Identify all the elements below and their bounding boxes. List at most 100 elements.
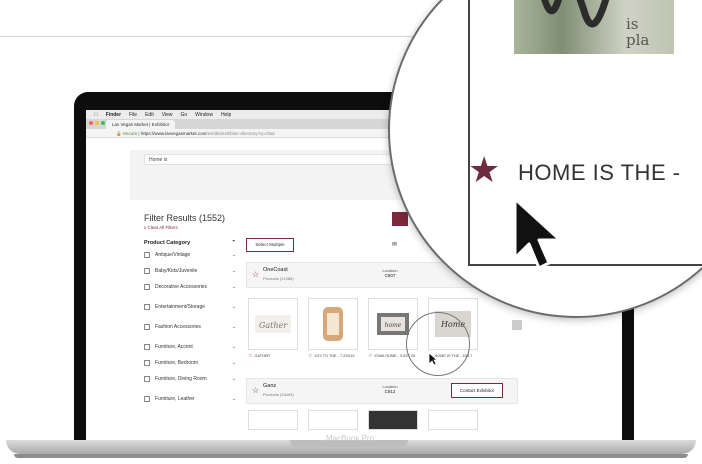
category-label: Furniture, Leather xyxy=(155,396,195,402)
minimize-window-icon[interactable] xyxy=(95,121,99,125)
star-icon[interactable]: ☆ xyxy=(308,353,312,359)
window-controls xyxy=(89,121,105,125)
menu-file[interactable]: File xyxy=(129,112,137,118)
filter-results-title: Filter Results (1552) xyxy=(144,213,226,223)
secure-label: Secure xyxy=(122,131,138,136)
chevron-down-icon[interactable]: ⌄ xyxy=(232,304,236,310)
product-card[interactable] xyxy=(428,410,478,430)
exhibitor-row[interactable]: ☆ Ganz Products (33493) Location C912 Con… xyxy=(246,378,518,404)
filter-sidebar: Product Category ⌃ Antique/Vintage ⌄ Baby/… xyxy=(144,240,236,412)
chevron-down-icon[interactable]: ⌄ xyxy=(232,284,236,290)
category-heading-label: Product Category xyxy=(144,240,191,246)
category-label: Baby/Kids/Juvenile xyxy=(155,268,198,274)
checkbox[interactable] xyxy=(144,252,150,258)
category-filter-item[interactable]: Furniture, Leather ⌄ xyxy=(144,396,236,412)
checkbox[interactable] xyxy=(144,376,150,382)
joy-sign-image xyxy=(323,307,343,341)
gather-sign-image: Gather xyxy=(255,315,291,333)
category-label: Furniture, Accent xyxy=(155,344,193,350)
exhibitor-products[interactable]: Products (33493) xyxy=(263,392,294,397)
menu-go[interactable]: Go xyxy=(180,112,187,118)
address-path: /exhibit/exhibitor-directory?q=chair xyxy=(206,131,276,136)
category-label: Furniture, Dining Room xyxy=(155,376,207,382)
chevron-down-icon[interactable]: ⌄ xyxy=(232,376,236,382)
mouse-cursor-icon xyxy=(513,197,562,270)
contact-exhibitor-button[interactable]: Contact Exhibitor xyxy=(451,383,503,398)
category-filter-item[interactable]: Fashion Accessories ⌄ xyxy=(144,324,236,344)
category-label: Entertainment/Storage xyxy=(155,304,206,310)
close-window-icon[interactable] xyxy=(89,121,93,125)
product-card[interactable] xyxy=(308,410,358,430)
chevron-down-icon[interactable]: ⌄ xyxy=(232,344,236,350)
checkbox[interactable] xyxy=(144,284,150,290)
select-multiple-button[interactable]: Select Multiple xyxy=(246,238,294,252)
checkbox[interactable] xyxy=(144,268,150,274)
category-label: Furniture, Bedroom xyxy=(155,360,199,366)
checkbox[interactable] xyxy=(144,396,150,402)
product-card[interactable] xyxy=(248,410,298,430)
exhibitor-products[interactable]: Products (21986) xyxy=(263,276,294,281)
category-filter-item[interactable]: Antique/Vintage ⌄ xyxy=(144,252,236,268)
clear-all-filters-link[interactable]: x Clear All Filters xyxy=(144,225,178,230)
next-arrow-button[interactable] xyxy=(512,320,522,330)
zoomed-product-title[interactable]: HOME IS THE - xyxy=(518,160,681,186)
category-label: Fashion Accessories xyxy=(155,324,201,330)
lock-icon: 🔒 xyxy=(116,131,122,136)
checkbox[interactable] xyxy=(144,324,150,330)
exhibitor-name[interactable]: Ganz xyxy=(263,383,276,389)
star-icon[interactable]: ☆ xyxy=(252,270,259,279)
product-title: GATHER xyxy=(254,354,271,358)
chevron-down-icon[interactable]: ⌄ xyxy=(232,360,236,366)
laptop-model-label: MacBook Pro xyxy=(325,434,375,443)
product-card[interactable] xyxy=(308,298,358,350)
svg-text:home: home xyxy=(385,322,402,329)
product-card[interactable]: Gather xyxy=(248,298,298,350)
chevron-down-icon[interactable]: ⌄ xyxy=(232,324,236,330)
marketing-screenshot:  Finder File Edit View Go Window Help L… xyxy=(0,0,702,464)
card-border xyxy=(468,0,470,266)
menu-view[interactable]: View xyxy=(162,112,173,118)
product-title: JOY TO THE - 7.2SX19 xyxy=(314,354,355,358)
category-filter-item[interactable]: Baby/Kids/Juvenile ⌄ xyxy=(144,268,236,284)
script-logo-image xyxy=(541,0,610,28)
category-label: Decorative Accessories xyxy=(155,284,207,290)
zoom-window-icon[interactable] xyxy=(101,121,105,125)
product-card[interactable] xyxy=(368,410,418,430)
category-filter-item[interactable]: Furniture, Accent ⌄ xyxy=(144,344,236,360)
category-heading[interactable]: Product Category ⌃ xyxy=(144,240,236,246)
product-label[interactable]: ☆ GATHER xyxy=(248,353,270,359)
category-filter-item[interactable]: Furniture, Bedroom ⌄ xyxy=(144,360,236,376)
checkbox[interactable] xyxy=(144,304,150,310)
svg-text:Gather: Gather xyxy=(259,321,288,330)
zoom-text-2: pla xyxy=(626,31,650,49)
menu-help[interactable]: Help xyxy=(221,112,231,118)
location-value: C912 xyxy=(384,389,396,394)
address-url: https://www.lasvegasmarket.com xyxy=(140,131,207,136)
mouse-cursor-icon xyxy=(428,352,438,366)
category-filter-item[interactable]: Decorative Accessories ⌄ xyxy=(144,284,236,304)
menu-finder[interactable]: Finder xyxy=(106,112,121,118)
star-icon[interactable]: ☆ xyxy=(368,353,372,359)
card-border xyxy=(468,264,702,266)
chevron-up-icon: ⌃ xyxy=(231,240,236,246)
star-icon[interactable]: ☆ xyxy=(252,386,259,395)
product-label[interactable]: ☆ JOY TO THE - 7.2SX19 xyxy=(308,353,355,359)
exhibitor-name[interactable]: OneCoast xyxy=(263,267,288,273)
browser-tab[interactable]: Las Vegas Market | Exhibitor xyxy=(106,120,176,129)
star-icon[interactable]: ☆ xyxy=(248,353,252,359)
exhibitor-location: Location C912 xyxy=(375,384,405,394)
apple-icon[interactable]:  xyxy=(94,112,98,118)
chevron-down-icon[interactable]: ⌄ xyxy=(232,252,236,258)
category-filter-item[interactable]: Furniture, Dining Room ⌄ xyxy=(144,376,236,396)
chevron-down-icon[interactable]: ⌄ xyxy=(232,396,236,402)
menu-window[interactable]: Window xyxy=(195,112,213,118)
magnifier-source-circle xyxy=(406,312,470,376)
zoomed-sign-text: is pla xyxy=(626,16,649,48)
checkbox[interactable] xyxy=(144,344,150,350)
checkbox[interactable] xyxy=(144,360,150,366)
star-filled-icon[interactable]: ★ xyxy=(468,152,500,188)
menu-edit[interactable]: Edit xyxy=(145,112,154,118)
chevron-down-icon[interactable]: ⌄ xyxy=(232,268,236,274)
script-letters xyxy=(530,0,630,54)
category-filter-item[interactable]: Entertainment/Storage ⌄ xyxy=(144,304,236,324)
